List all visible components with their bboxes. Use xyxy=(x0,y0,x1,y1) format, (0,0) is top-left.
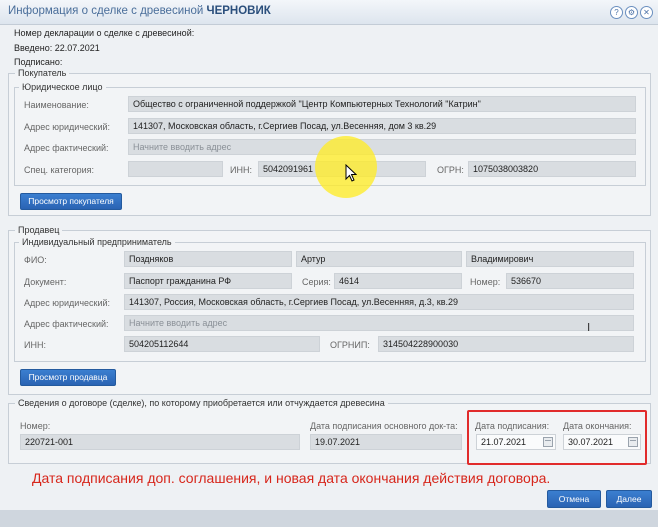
seller-inn-field[interactable]: 504205112644 xyxy=(124,336,320,352)
seller-document-field[interactable]: Паспорт гражданина РФ xyxy=(124,273,292,289)
view-buyer-button[interactable]: Просмотр покупателя xyxy=(20,193,122,210)
settings-icon[interactable]: ⚙ xyxy=(625,6,638,19)
buyer-name-label: Наименование: xyxy=(24,100,89,110)
seller-actual-address-input[interactable]: Начните вводить адрес xyxy=(124,315,634,331)
seller-number-field[interactable]: 536670 xyxy=(506,273,634,289)
text-cursor-icon: I xyxy=(587,321,591,334)
seller-actual-address-label: Адрес фактический: xyxy=(24,319,109,329)
annotation-caption: Дата подписания доп. соглашения, и новая… xyxy=(32,470,551,486)
seller-legal-address-field[interactable]: 141307, Россия, Московская область, г.Се… xyxy=(124,294,634,310)
seller-last-name-field[interactable]: Поздняков xyxy=(124,251,292,267)
window-title: Информация о сделке с древесиной ЧЕРНОВИ… xyxy=(8,5,271,17)
signed-label: Подписано: xyxy=(14,57,63,67)
buyer-legal-address-field[interactable]: 141307, Московская область, г.Сергиев По… xyxy=(128,118,636,134)
seller-ogrnip-label: ОГРНИП: xyxy=(330,340,370,350)
seller-ogrnip-field[interactable]: 314504228900030 xyxy=(378,336,634,352)
seller-middle-name-field[interactable]: Владимирович xyxy=(466,251,634,267)
seller-fio-label: ФИО: xyxy=(24,255,47,265)
contract-legend: Сведения о договоре (сделке), по котором… xyxy=(18,398,385,408)
buyer-name-field[interactable]: Общество с ограниченной поддержкой "Цент… xyxy=(128,96,636,112)
seller-first-name-field[interactable]: Артур xyxy=(296,251,462,267)
seller-entity-legend: Индивидуальный предприниматель xyxy=(22,237,172,247)
annotation-highlight-box xyxy=(467,410,647,465)
deal-info-window: Информация о сделке с древесиной ЧЕРНОВИ… xyxy=(0,0,658,527)
help-icon[interactable]: ? xyxy=(610,6,623,19)
entered-date: Введено: 22.07.2021 xyxy=(14,43,100,53)
contract-number-field[interactable]: 220721-001 xyxy=(20,434,300,450)
seller-legend: Продавец xyxy=(18,225,60,235)
view-seller-button[interactable]: Просмотр продавца xyxy=(20,369,116,386)
cancel-button[interactable]: Отмена xyxy=(547,490,601,508)
seller-inn-label: ИНН: xyxy=(24,340,46,350)
seller-document-label: Документ: xyxy=(24,277,67,287)
seller-series-field[interactable]: 4614 xyxy=(334,273,462,289)
close-icon[interactable]: ✕ xyxy=(640,6,653,19)
buyer-inn-label: ИНН: xyxy=(230,165,252,175)
seller-number-label: Номер: xyxy=(470,277,501,287)
buyer-legend: Покупатель xyxy=(18,68,67,78)
bottom-status-bar xyxy=(0,510,658,527)
main-doc-date-field[interactable]: 19.07.2021 xyxy=(310,434,462,450)
buyer-ogrn-label: ОГРН: xyxy=(437,165,464,175)
declaration-number-label: Номер декларации о сделке с древесиной: xyxy=(14,28,195,38)
status-draft-label: ЧЕРНОВИК xyxy=(206,5,271,17)
mouse-cursor-icon xyxy=(345,164,357,182)
buyer-actual-address-label: Адрес фактический: xyxy=(24,143,109,153)
title-bar: Информация о сделке с древесиной ЧЕРНОВИ… xyxy=(0,0,658,25)
window-title-text: Информация о сделке с древесиной xyxy=(8,5,204,17)
seller-legal-address-label: Адрес юридический: xyxy=(24,298,111,308)
contract-number-label: Номер: xyxy=(20,421,51,431)
buyer-spec-category-field[interactable] xyxy=(128,161,223,177)
buyer-actual-address-input[interactable]: Начните вводить адрес xyxy=(128,139,636,155)
buyer-ogrn-field[interactable]: 1075038003820 xyxy=(468,161,636,177)
buyer-legal-address-label: Адрес юридический: xyxy=(24,122,111,132)
buyer-entity-legend: Юридическое лицо xyxy=(22,82,103,92)
seller-series-label: Серия: xyxy=(302,277,331,287)
next-button[interactable]: Далее xyxy=(606,490,652,508)
buyer-spec-category-label: Спец. категория: xyxy=(24,165,95,175)
main-doc-date-label: Дата подписания основного док-та: xyxy=(310,421,458,431)
